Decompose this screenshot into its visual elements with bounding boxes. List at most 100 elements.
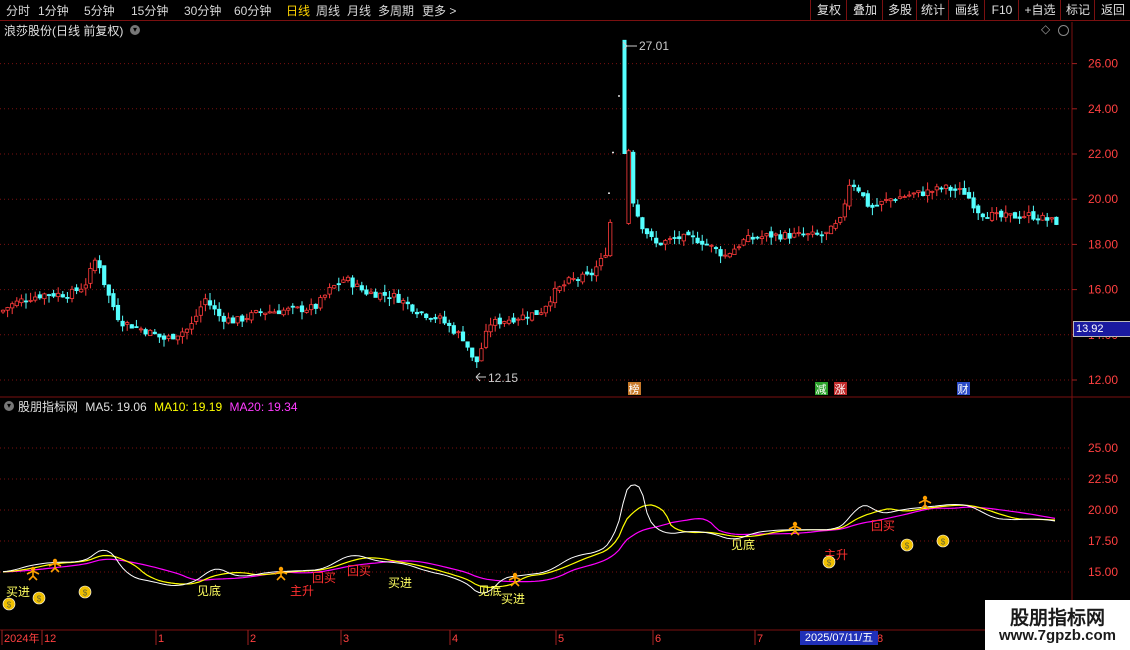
candle-body[interactable] (410, 304, 415, 312)
candle-body[interactable] (355, 283, 360, 287)
candle-body[interactable] (493, 319, 498, 326)
candle-body[interactable] (861, 192, 866, 197)
period-tab-weekly[interactable]: 周线 (316, 2, 340, 19)
indicator-name[interactable]: 股朋指标网 (18, 400, 78, 414)
candle-body[interactable] (359, 285, 364, 291)
candle-body[interactable] (327, 287, 332, 295)
candle-body[interactable] (649, 231, 654, 237)
period-tab-monthly[interactable]: 月线 (347, 2, 371, 19)
candle-body[interactable] (994, 212, 999, 215)
candle-body[interactable] (571, 278, 576, 280)
event-badges[interactable]: 榜 减涨 财 (628, 382, 970, 396)
candle-body[interactable] (893, 199, 898, 201)
candle-body[interactable] (1035, 218, 1041, 221)
candle-body[interactable] (332, 285, 337, 289)
candle-body[interactable] (686, 231, 691, 236)
candle-body[interactable] (1022, 216, 1027, 219)
candle-body[interactable] (281, 309, 286, 316)
candle-body[interactable] (184, 328, 190, 333)
candle-body[interactable] (989, 212, 995, 221)
candlesticks[interactable] (0, 39, 1059, 368)
period-tab-multi[interactable]: 多周期 (378, 2, 414, 19)
candle-body[interactable] (920, 191, 926, 196)
candle-body[interactable] (575, 279, 581, 281)
candle-body[interactable] (309, 304, 314, 311)
period-tab-60min[interactable]: 60分钟 (234, 2, 271, 19)
candle-body[interactable] (502, 321, 507, 324)
candle-body[interactable] (258, 311, 263, 314)
candle-body[interactable] (83, 284, 88, 289)
candle-body[interactable] (1031, 211, 1036, 220)
candle-body[interactable] (276, 310, 282, 315)
candle-body[interactable] (175, 335, 180, 341)
candle-body[interactable] (295, 306, 300, 309)
candle-body[interactable] (1017, 216, 1022, 219)
candle-body[interactable] (552, 287, 558, 304)
candle-body[interactable] (111, 293, 116, 308)
period-tab-15min[interactable]: 15分钟 (131, 2, 168, 19)
candle-body[interactable] (608, 221, 613, 257)
candle-body[interactable] (263, 312, 268, 315)
candle-body[interactable] (1049, 217, 1054, 220)
diamond-icon[interactable]: ◇ (1041, 22, 1050, 36)
candle-body[interactable] (299, 305, 305, 313)
candle-body[interactable] (934, 186, 939, 191)
candle-body[interactable] (833, 223, 838, 229)
spike-candle[interactable] (622, 41, 627, 154)
candle-body[interactable] (428, 317, 433, 320)
candle-body[interactable] (405, 301, 410, 305)
candle-body[interactable] (69, 288, 75, 299)
multi-stock-button[interactable]: 多股 (882, 0, 917, 20)
candle-body[interactable] (451, 325, 456, 334)
candle-body[interactable] (37, 294, 42, 299)
indicator-chevron-icon[interactable]: ▾ (4, 401, 14, 411)
candle-body[interactable] (543, 305, 548, 314)
candle-body[interactable] (879, 200, 884, 205)
candle-body[interactable] (313, 303, 318, 309)
candle-body[interactable] (42, 293, 47, 300)
candle-body[interactable] (212, 305, 217, 310)
candle-body[interactable] (488, 324, 493, 333)
candle-body[interactable] (65, 296, 70, 299)
mark-button[interactable]: 标记 (1060, 0, 1095, 20)
candle-body[interactable] (626, 150, 631, 224)
candle-body[interactable] (828, 225, 834, 235)
candle-body[interactable] (511, 317, 516, 323)
candle-body[interactable] (1026, 212, 1031, 216)
candle-body[interactable] (1040, 214, 1045, 221)
period-tab-more[interactable]: 更多 > (422, 2, 456, 19)
candle-body[interactable] (589, 272, 594, 276)
candle-body[interactable] (88, 268, 93, 284)
candle-body[interactable] (999, 210, 1004, 218)
panel-close-icon[interactable] (1058, 25, 1069, 36)
candle-body[interactable] (672, 237, 677, 239)
candle-body[interactable] (690, 235, 696, 238)
candle-body[interactable] (198, 306, 203, 316)
candle-body[interactable] (966, 192, 972, 199)
candle-body[interactable] (796, 232, 801, 234)
candle-body[interactable] (842, 203, 847, 218)
candle-body[interactable] (759, 236, 765, 239)
candle-body[interactable] (925, 189, 930, 197)
candle-body[interactable] (33, 296, 38, 301)
candle-body[interactable] (92, 259, 98, 272)
candle-body[interactable] (700, 240, 705, 245)
candle-body[interactable] (483, 330, 489, 348)
candle-body[interactable] (939, 187, 944, 190)
candle-body[interactable] (654, 237, 659, 244)
candle-body[interactable] (166, 335, 171, 340)
candle-body[interactable] (736, 246, 742, 249)
candle-body[interactable] (562, 284, 567, 287)
candle-body[interactable] (221, 315, 226, 322)
candle-body[interactable] (1045, 217, 1050, 221)
candle-body[interactable] (787, 233, 792, 239)
candle-body[interactable] (382, 292, 387, 296)
candle-body[interactable] (322, 294, 328, 298)
candle-body[interactable] (286, 307, 291, 311)
candle-body[interactable] (884, 199, 889, 201)
period-tab-intraday[interactable]: 分时 (6, 2, 30, 19)
candle-body[interactable] (148, 329, 153, 337)
candle-body[interactable] (235, 316, 240, 324)
candle-body[interactable] (373, 291, 378, 298)
candle-body[interactable] (230, 317, 236, 324)
